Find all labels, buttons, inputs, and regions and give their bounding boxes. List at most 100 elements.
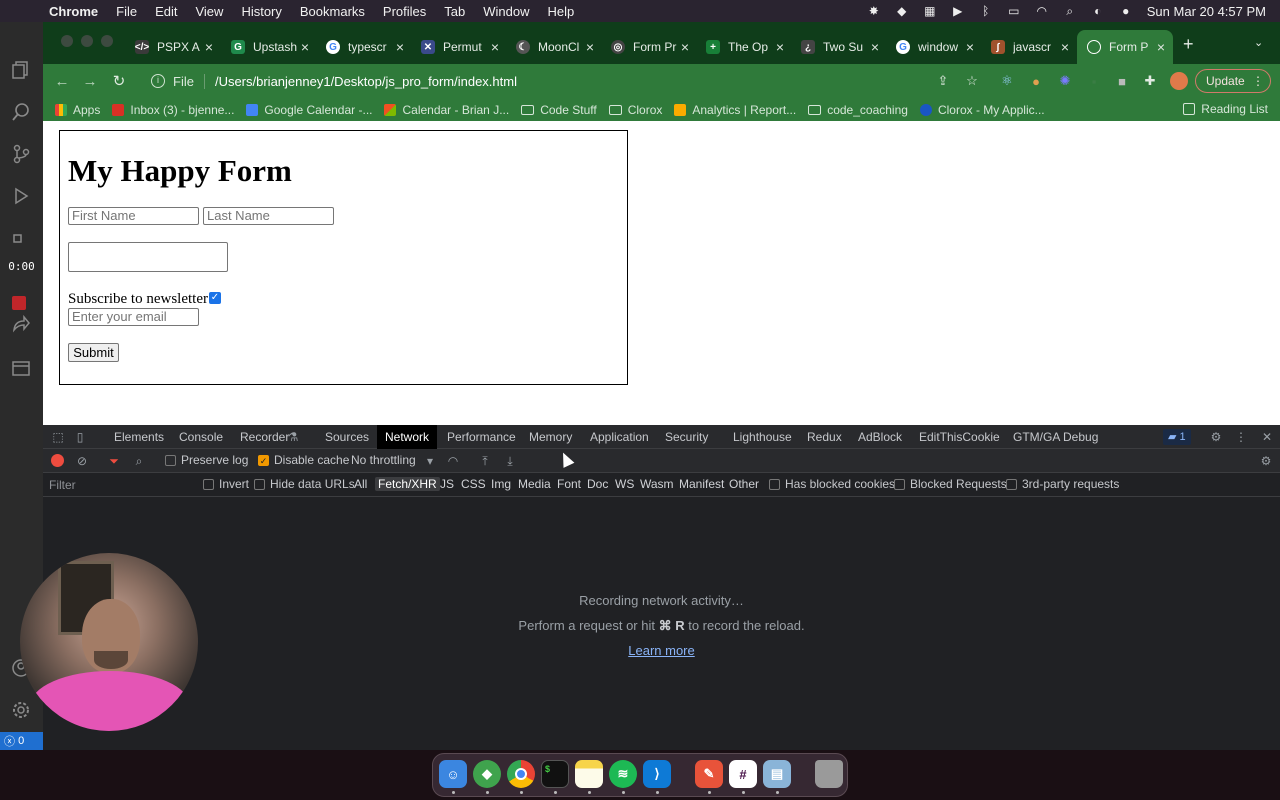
filter-type-doc[interactable]: Doc	[584, 477, 611, 491]
bookmark-folder-clorox[interactable]: Clorox	[608, 103, 662, 117]
close-tab-icon[interactable]: ×	[396, 39, 404, 55]
extension-gray-icon[interactable]: ■	[1114, 73, 1130, 89]
bookmark-folder-code-stuff[interactable]: Code Stuff	[521, 103, 597, 117]
bookmark-google-calendar[interactable]: Google Calendar -...	[246, 103, 372, 117]
filter-type-manifest[interactable]: Manifest	[676, 477, 727, 491]
cookie-icon[interactable]: ●	[1028, 73, 1044, 89]
new-tab-plus-icon[interactable]: +	[1183, 34, 1194, 55]
message-textarea[interactable]	[68, 242, 228, 272]
siri-icon[interactable]: ●	[1119, 4, 1133, 18]
tab-permutations[interactable]: ✕ Permut ×	[411, 30, 507, 64]
menu-window[interactable]: Window	[474, 4, 538, 19]
zoom-window-button[interactable]	[101, 35, 113, 47]
third-party-requests-checkbox[interactable]	[1006, 479, 1017, 490]
site-info-icon[interactable]: i	[151, 74, 165, 88]
filter-type-other[interactable]: Other	[726, 477, 762, 491]
close-tab-icon[interactable]: ×	[586, 39, 594, 55]
menu-chrome[interactable]: Chrome	[40, 4, 107, 19]
devtools-close-icon[interactable]: ✕	[1260, 430, 1274, 444]
tab-gtm-ga-debug[interactable]: GTM/GA Debug	[1005, 425, 1106, 449]
bookmark-clorox-app[interactable]: Clorox - My Applic...	[919, 103, 1045, 117]
menu-file[interactable]: File	[107, 4, 146, 19]
menu-profiles[interactable]: Profiles	[374, 4, 435, 19]
spotify-icon[interactable]: ≋	[609, 760, 637, 788]
device-toolbar-icon[interactable]: ▯	[73, 430, 87, 444]
filter-type-css[interactable]: CSS	[458, 477, 489, 491]
extensions-icon[interactable]	[9, 224, 33, 248]
filter-type-js[interactable]: JS	[437, 477, 457, 491]
menu-history[interactable]: History	[232, 4, 290, 19]
reload-icon[interactable]: ↻	[109, 71, 129, 91]
search-icon[interactable]: ⌕	[132, 454, 146, 468]
has-blocked-cookies-checkbox[interactable]	[769, 479, 780, 490]
update-button[interactable]: Update ⋮	[1195, 69, 1271, 93]
menu-view[interactable]: View	[186, 4, 232, 19]
email-input[interactable]: Enter your email	[68, 308, 199, 326]
files-icon[interactable]	[9, 58, 33, 82]
filter-type-ws[interactable]: WS	[612, 477, 637, 491]
sun-icon[interactable]: ✸	[867, 4, 881, 18]
wifi-icon[interactable]: ◠	[1035, 4, 1049, 18]
extension-spark-icon[interactable]: ✺	[1057, 73, 1073, 89]
submit-button[interactable]: Submit	[68, 343, 119, 362]
menu-tab[interactable]: Tab	[435, 4, 474, 19]
vscode-icon[interactable]: ⟩	[643, 760, 671, 788]
export-har-icon[interactable]: ⤓	[503, 454, 517, 468]
react-devtools-icon[interactable]: ⚛	[999, 73, 1015, 89]
forward-arrow-icon[interactable]: →	[80, 71, 100, 91]
control-center-icon[interactable]: ◐	[1091, 4, 1105, 18]
subscribe-checkbox[interactable]: ✓	[209, 292, 221, 304]
notes-icon[interactable]	[575, 760, 603, 788]
bookmark-analytics[interactable]: Analytics | Report...	[674, 103, 796, 117]
devtools-settings-gear-icon[interactable]: ⚙	[1209, 430, 1223, 444]
dropdown-arrow-icon[interactable]: ▾	[423, 454, 437, 468]
scrivener-icon[interactable]: ✎	[695, 760, 723, 788]
battery-icon[interactable]: ▭	[1007, 4, 1021, 18]
import-har-icon[interactable]: ⤒	[478, 454, 492, 468]
extensions-puzzle-icon[interactable]: ✚	[1142, 73, 1158, 89]
menu-edit[interactable]: Edit	[146, 4, 186, 19]
finder-icon[interactable]: ☺	[439, 760, 467, 788]
tab-two-sum[interactable]: ¿ Two Su ×	[791, 30, 887, 64]
last-name-input[interactable]: Last Name	[203, 207, 334, 225]
throttling-select[interactable]: No throttling	[351, 453, 416, 467]
tab-typescript[interactable]: G typescr ×	[316, 30, 412, 64]
address-bar[interactable]: i File /Users/brianjenney1/Desktop/js_pr…	[141, 68, 991, 94]
close-tab-icon[interactable]: ×	[301, 39, 309, 55]
tab-upstash[interactable]: G Upstash ×	[221, 30, 317, 64]
filter-input[interactable]: Filter	[47, 476, 191, 494]
source-control-icon[interactable]	[9, 142, 33, 166]
tab-search-chevron-icon[interactable]: ⌄	[1254, 36, 1263, 49]
filter-type-all[interactable]: All	[351, 477, 370, 491]
filter-type-font[interactable]: Font	[554, 477, 584, 491]
close-tab-icon[interactable]: ×	[776, 39, 784, 55]
dropbox-icon[interactable]: ◆	[895, 4, 909, 18]
invert-checkbox[interactable]	[203, 479, 214, 490]
devtools-more-icon[interactable]: ⋮	[1234, 430, 1248, 444]
slack-icon[interactable]: #	[729, 760, 757, 788]
learn-more-link[interactable]: Learn more	[43, 643, 1280, 658]
close-tab-icon[interactable]: ×	[205, 39, 213, 55]
tab-adblock[interactable]: AdBlock	[850, 425, 910, 449]
remote-explorer-icon[interactable]	[9, 356, 33, 380]
spotlight-search-icon[interactable]: ⌕	[1063, 4, 1077, 18]
tab-editthiscookie[interactable]: EditThisCookie	[911, 425, 1008, 449]
close-tab-icon[interactable]: ×	[871, 39, 879, 55]
tab-pspx[interactable]: </> PSPX A ×	[125, 30, 221, 64]
filter-type-wasm[interactable]: Wasm	[637, 477, 677, 491]
hide-data-urls-checkbox[interactable]	[254, 479, 265, 490]
tab-lighthouse[interactable]: Lighthouse	[725, 425, 800, 449]
terminal-icon[interactable]: $	[541, 760, 569, 788]
menubar-clock[interactable]: Sun Mar 20 4:57 PM	[1147, 4, 1266, 19]
disable-cache-checkbox[interactable]: ✓	[258, 455, 269, 466]
close-tab-icon[interactable]: ×	[966, 39, 974, 55]
chrome-icon[interactable]	[507, 760, 535, 788]
blocked-requests-checkbox[interactable]	[894, 479, 905, 490]
inspect-element-icon[interactable]: ⬚	[51, 430, 65, 444]
tab-form-practice[interactable]: ◎ Form Pr ×	[601, 30, 697, 64]
tab-mooncl[interactable]: ☾ MoonCl ×	[506, 30, 602, 64]
status-bar-errors[interactable]: ⓧ 0	[0, 732, 43, 750]
tab-form-practice-active[interactable]: Form Pr ×	[1077, 30, 1173, 64]
close-tab-icon[interactable]: ×	[491, 39, 499, 55]
bookmark-outlook-calendar[interactable]: Calendar - Brian J...	[384, 103, 509, 117]
